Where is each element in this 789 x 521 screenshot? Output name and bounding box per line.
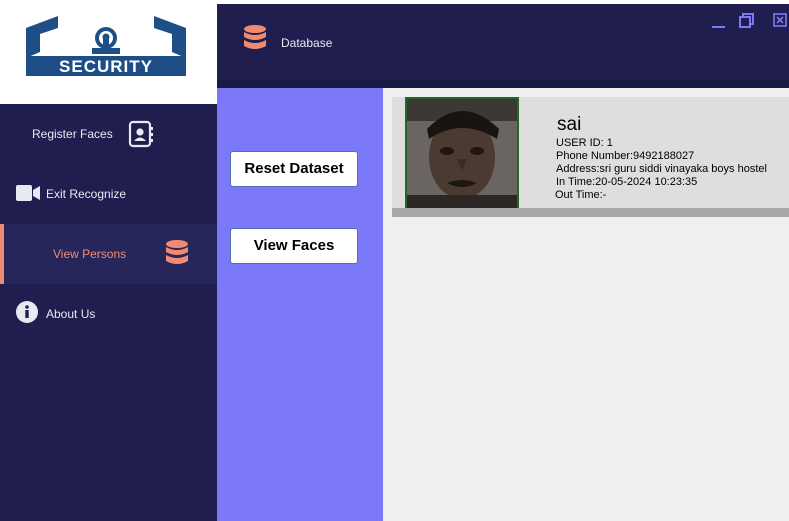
sidebar-item-view-persons[interactable]: View Persons	[0, 224, 217, 284]
logo-text: SECURITY	[59, 57, 153, 76]
person-list: sai USER ID: 1 Phone Number:9492188027 A…	[383, 88, 789, 521]
reset-dataset-button[interactable]: Reset Dataset	[230, 151, 358, 187]
sidebar-item-label: About Us	[46, 307, 96, 321]
header: Database	[217, 4, 789, 80]
logo-area: SECURITY	[0, 0, 217, 104]
video-camera-icon	[16, 185, 40, 201]
security-logo: SECURITY	[26, 16, 186, 76]
minimize-icon[interactable]	[711, 16, 727, 30]
person-phone: Phone Number:9492188027	[556, 150, 695, 162]
person-user-id: USER ID: 1	[556, 137, 613, 149]
person-photo	[407, 99, 517, 208]
database-icon	[244, 25, 266, 49]
person-out-time: Out Time:-	[555, 189, 607, 201]
active-indicator	[0, 224, 4, 284]
sidebar: SECURITY Register Faces Exit Recognize V…	[0, 0, 217, 521]
close-icon[interactable]	[773, 13, 787, 27]
action-panel: Reset Dataset View Faces	[217, 88, 383, 521]
restore-icon[interactable]	[739, 13, 755, 29]
person-card[interactable]: sai USER ID: 1 Phone Number:9492188027 A…	[392, 97, 789, 217]
sidebar-item-label: View Persons	[53, 247, 127, 261]
sidebar-item-label: Register Faces	[32, 127, 113, 141]
database-icon	[166, 240, 188, 264]
card-scrollbar[interactable]	[392, 208, 789, 217]
person-photo-frame	[405, 97, 519, 208]
header-title: Database	[281, 36, 333, 50]
sidebar-item-register-faces[interactable]: Register Faces	[0, 104, 217, 164]
person-in-time: In Time:20-05-2024 10:23:35	[556, 176, 698, 188]
sidebar-item-about-us[interactable]: About Us	[0, 284, 217, 344]
sidebar-item-label: Exit Recognize	[46, 187, 127, 201]
view-faces-button[interactable]: View Faces	[230, 228, 358, 264]
person-address: Address:sri guru siddi vinayaka boys hos…	[556, 163, 767, 175]
header-divider	[217, 80, 789, 88]
sidebar-item-exit-recognize[interactable]: Exit Recognize	[0, 164, 217, 224]
info-icon	[16, 301, 38, 323]
person-name: sai	[557, 114, 582, 135]
contact-book-icon	[128, 120, 153, 148]
